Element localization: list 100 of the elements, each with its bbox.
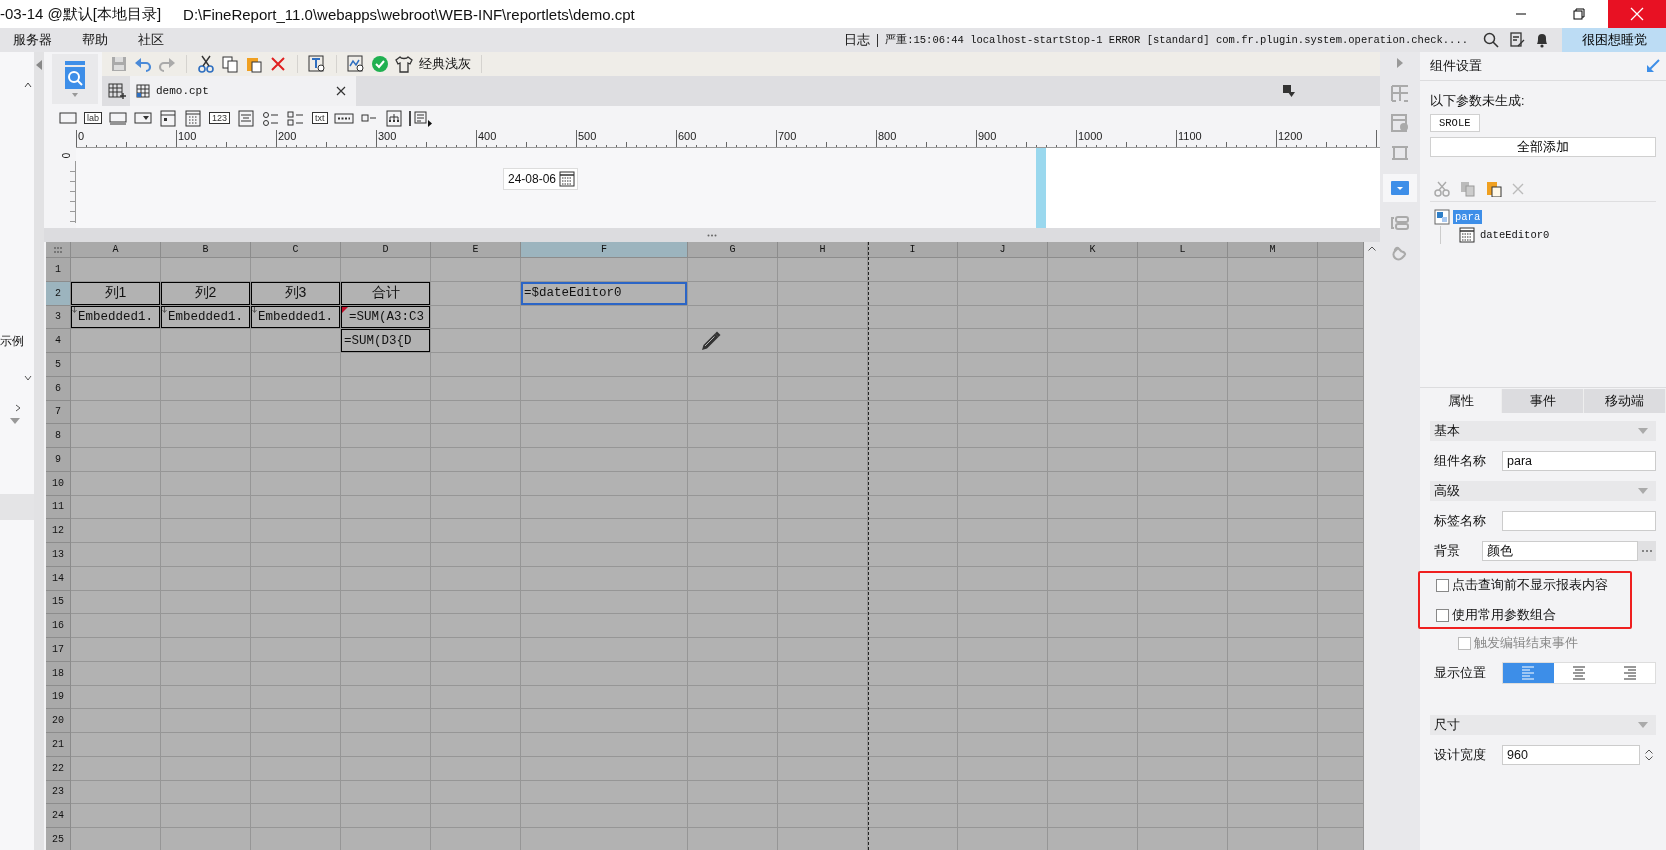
empty-cell[interactable]: [251, 400, 341, 425]
empty-cell[interactable]: [341, 661, 431, 686]
empty-cell[interactable]: [161, 733, 251, 757]
delete-icon[interactable]: [269, 55, 287, 73]
empty-cell[interactable]: [1048, 519, 1138, 543]
empty-cell[interactable]: [521, 661, 688, 686]
row-header[interactable]: 23: [46, 780, 71, 805]
empty-cell[interactable]: [431, 400, 521, 425]
more-button[interactable]: [1638, 541, 1656, 561]
empty-cell[interactable]: [341, 448, 431, 472]
empty-cell[interactable]: [1228, 495, 1318, 520]
empty-cell[interactable]: [778, 685, 868, 710]
empty-cell[interactable]: [1048, 281, 1138, 306]
section-header[interactable]: 高级: [1430, 481, 1656, 501]
empty-cell[interactable]: [1228, 590, 1318, 615]
empty-cell[interactable]: [868, 281, 958, 306]
empty-cell[interactable]: [1138, 661, 1228, 686]
empty-cell[interactable]: [688, 258, 778, 282]
empty-cell[interactable]: [161, 566, 251, 591]
empty-cell[interactable]: [341, 780, 431, 805]
empty-cell[interactable]: [1048, 471, 1138, 496]
empty-cell[interactable]: [521, 305, 688, 330]
text-field[interactable]: 颜色: [1482, 541, 1638, 561]
empty-cell[interactable]: [431, 709, 521, 733]
empty-cell[interactable]: [688, 495, 778, 520]
column-header[interactable]: K: [1048, 242, 1138, 258]
empty-cell[interactable]: [868, 400, 958, 425]
empty-cell[interactable]: [431, 376, 521, 401]
empty-cell[interactable]: [778, 400, 868, 425]
number-field[interactable]: 960: [1502, 745, 1640, 765]
empty-cell[interactable]: [958, 566, 1048, 591]
empty-cell[interactable]: [688, 804, 778, 828]
text-widget-icon[interactable]: lab: [84, 112, 102, 124]
empty-cell[interactable]: [1228, 566, 1318, 591]
empty-cell[interactable]: [161, 376, 251, 401]
tree-widget-icon[interactable]: [383, 108, 404, 128]
empty-cell[interactable]: [161, 709, 251, 733]
table-cell[interactable]: Embedded1.: [71, 305, 161, 330]
empty-cell[interactable]: [958, 709, 1048, 733]
empty-cell[interactable]: [1048, 305, 1138, 330]
column-header[interactable]: C: [251, 242, 341, 258]
empty-cell[interactable]: [1138, 329, 1228, 353]
empty-cell[interactable]: [1228, 756, 1318, 781]
empty-cell[interactable]: [251, 448, 341, 472]
empty-cell[interactable]: [251, 495, 341, 520]
table-cell[interactable]: Embedded1.: [251, 305, 341, 330]
row-header[interactable]: 20: [46, 709, 71, 733]
column-header[interactable]: H: [778, 242, 868, 258]
chart-preview-icon[interactable]: [347, 55, 365, 73]
row-header[interactable]: 4: [46, 329, 71, 353]
text-field[interactable]: [1502, 511, 1656, 531]
empty-cell[interactable]: [1138, 733, 1228, 757]
empty-cell[interactable]: [1138, 566, 1228, 591]
empty-cell[interactable]: [688, 709, 778, 733]
empty-cell[interactable]: [958, 258, 1048, 282]
empty-cell[interactable]: [778, 448, 868, 472]
empty-cell[interactable]: [1138, 305, 1228, 330]
cut-icon[interactable]: [197, 55, 215, 73]
empty-cell[interactable]: [1138, 281, 1228, 306]
empty-cell[interactable]: [1138, 258, 1228, 282]
empty-cell[interactable]: [161, 661, 251, 686]
empty-cell[interactable]: [868, 543, 958, 567]
empty-cell[interactable]: [688, 424, 778, 448]
empty-cell[interactable]: [958, 780, 1048, 805]
vertical-scrollbar[interactable]: [1364, 242, 1380, 850]
row-header[interactable]: 8: [46, 424, 71, 448]
empty-cell[interactable]: [341, 376, 431, 401]
empty-cell[interactable]: [1048, 258, 1138, 282]
layers-icon[interactable]: [1391, 214, 1409, 232]
close-icon[interactable]: [336, 86, 346, 96]
empty-cell[interactable]: [688, 376, 778, 401]
empty-cell[interactable]: [1138, 448, 1228, 472]
empty-cell[interactable]: [868, 804, 958, 828]
row-header[interactable]: 10: [46, 471, 71, 496]
empty-cell[interactable]: [161, 471, 251, 496]
empty-cell[interactable]: [431, 495, 521, 520]
empty-cell[interactable]: [431, 329, 521, 353]
empty-cell[interactable]: [251, 638, 341, 662]
empty-cell[interactable]: [251, 685, 341, 710]
row-header[interactable]: 7: [46, 400, 71, 425]
empty-cell[interactable]: [341, 685, 431, 710]
table-cell[interactable]: 列3: [251, 281, 341, 306]
empty-cell[interactable]: [161, 685, 251, 710]
empty-cell[interactable]: [1138, 353, 1228, 377]
empty-cell[interactable]: [868, 685, 958, 710]
empty-cell[interactable]: [1228, 638, 1318, 662]
empty-cell[interactable]: [1138, 471, 1228, 496]
empty-cell[interactable]: [868, 661, 958, 686]
collapse-icon[interactable]: [24, 82, 32, 88]
calendar-icon[interactable]: [559, 171, 576, 187]
empty-cell[interactable]: [1138, 424, 1228, 448]
empty-cell[interactable]: [778, 804, 868, 828]
empty-cell[interactable]: [1228, 780, 1318, 805]
empty-cell[interactable]: [688, 685, 778, 710]
table-cell[interactable]: 列1: [71, 281, 161, 306]
checkbox-label[interactable]: 使用常用参数组合: [1452, 606, 1556, 624]
empty-cell[interactable]: [958, 638, 1048, 662]
empty-cell[interactable]: [161, 329, 251, 353]
empty-cell[interactable]: [688, 353, 778, 377]
delete-icon[interactable]: [1512, 183, 1524, 195]
